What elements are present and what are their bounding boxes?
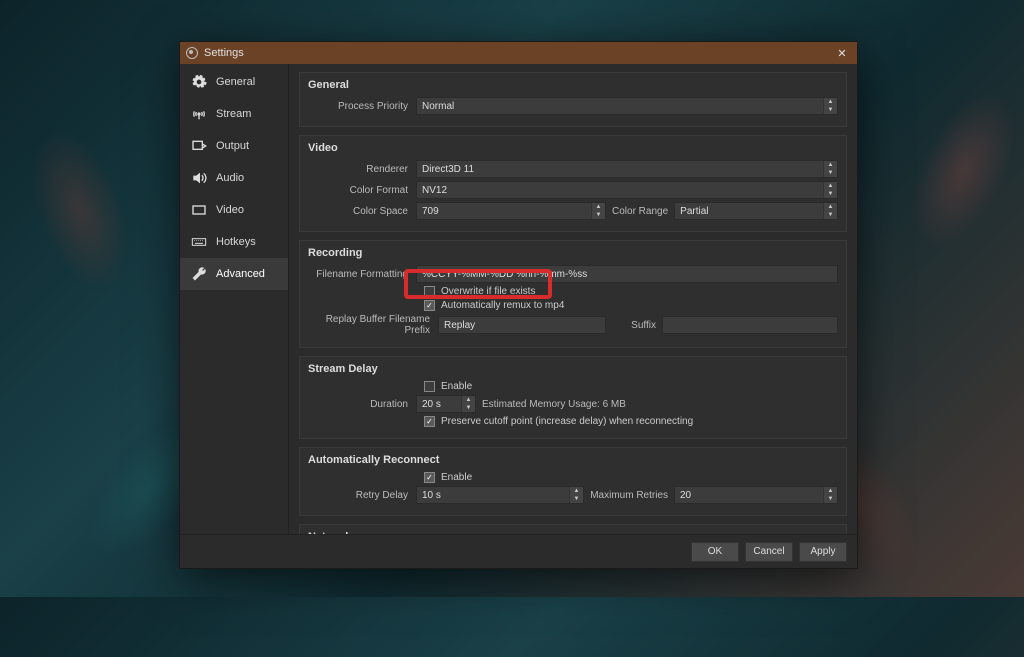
- chevron-updown-icon: ▲▼: [823, 487, 837, 503]
- cancel-button[interactable]: Cancel: [745, 542, 793, 562]
- group-network: Network Bind to IP Default▲▼: [299, 524, 847, 534]
- keyboard-icon: [190, 233, 208, 251]
- stream-delay-enable-row[interactable]: Enable: [424, 381, 838, 392]
- chevron-updown-icon: ▲▼: [569, 487, 583, 503]
- sidebar-item-audio[interactable]: Audio: [180, 162, 288, 194]
- sidebar-item-advanced[interactable]: Advanced: [180, 258, 288, 290]
- chevron-updown-icon: ▲▼: [823, 161, 837, 177]
- checkbox-icon: [424, 381, 435, 392]
- max-retries-label: Maximum Retries: [584, 490, 674, 501]
- output-icon: [190, 137, 208, 155]
- checkbox-icon: [424, 472, 435, 483]
- enable-label: Enable: [441, 472, 472, 483]
- group-title: Video: [308, 142, 838, 154]
- sidebar-item-label: Video: [216, 204, 244, 216]
- retry-delay-label: Retry Delay: [308, 490, 416, 501]
- filename-formatting-input[interactable]: %CCYY-%MM-%DD %hh-%mm-%ss: [416, 265, 838, 283]
- group-title: Automatically Reconnect: [308, 454, 838, 466]
- overwrite-checkbox-row[interactable]: Overwrite if file exists: [424, 286, 838, 297]
- process-priority-label: Process Priority: [308, 101, 416, 112]
- sidebar-item-general[interactable]: General: [180, 66, 288, 98]
- close-icon[interactable]: ✕: [833, 47, 851, 60]
- renderer-label: Renderer: [308, 164, 416, 175]
- color-format-label: Color Format: [308, 185, 416, 196]
- sidebar-item-video[interactable]: Video: [180, 194, 288, 226]
- color-format-select[interactable]: NV12▲▼: [416, 181, 838, 199]
- filename-formatting-label: Filename Formatting: [308, 269, 416, 280]
- checkbox-icon: [424, 416, 435, 427]
- chevron-updown-icon: ▲▼: [823, 98, 837, 114]
- content-panel: General Process Priority Normal▲▼ Video …: [289, 64, 857, 534]
- memory-usage-label: Estimated Memory Usage: 6 MB: [476, 399, 632, 410]
- overwrite-label: Overwrite if file exists: [441, 286, 535, 297]
- enable-label: Enable: [441, 381, 472, 392]
- sidebar-item-label: Hotkeys: [216, 236, 256, 248]
- sidebar-item-label: Advanced: [216, 268, 265, 280]
- window-title: Settings: [204, 47, 244, 59]
- group-general: General Process Priority Normal▲▼: [299, 72, 847, 127]
- group-stream-delay: Stream Delay Enable Duration 20 s▲▼ Esti…: [299, 356, 847, 439]
- duration-label: Duration: [308, 399, 416, 410]
- sidebar-item-label: Audio: [216, 172, 244, 184]
- replay-prefix-label: Replay Buffer Filename Prefix: [308, 314, 438, 336]
- sidebar-item-label: General: [216, 76, 255, 88]
- checkbox-icon: [424, 300, 435, 311]
- auto-reconnect-enable-row[interactable]: Enable: [424, 472, 838, 483]
- remux-label: Automatically remux to mp4: [441, 300, 564, 311]
- preserve-cutoff-row[interactable]: Preserve cutoff point (increase delay) w…: [424, 416, 838, 427]
- chevron-updown-icon: ▲▼: [823, 182, 837, 198]
- sidebar-item-stream[interactable]: Stream: [180, 98, 288, 130]
- tools-icon: [190, 265, 208, 283]
- color-range-label: Color Range: [606, 206, 674, 217]
- ok-button[interactable]: OK: [691, 542, 739, 562]
- group-title: General: [308, 79, 838, 91]
- color-space-select[interactable]: 709▲▼: [416, 202, 606, 220]
- chevron-updown-icon: ▲▼: [823, 203, 837, 219]
- group-auto-reconnect: Automatically Reconnect Enable Retry Del…: [299, 447, 847, 516]
- color-range-select[interactable]: Partial▲▼: [674, 202, 838, 220]
- replay-prefix-input[interactable]: Replay: [438, 316, 606, 334]
- signal-icon: [190, 105, 208, 123]
- settings-window: Settings ✕ General Stream Output Audio: [179, 41, 858, 569]
- sidebar-item-output[interactable]: Output: [180, 130, 288, 162]
- group-recording: Recording Filename Formatting %CCYY-%MM-…: [299, 240, 847, 348]
- remux-checkbox-row[interactable]: Automatically remux to mp4: [424, 300, 838, 311]
- sidebar-item-label: Output: [216, 140, 249, 152]
- process-priority-select[interactable]: Normal▲▼: [416, 97, 838, 115]
- retry-delay-stepper[interactable]: 10 s▲▼: [416, 486, 584, 504]
- chevron-updown-icon: ▲▼: [591, 203, 605, 219]
- video-icon: [190, 201, 208, 219]
- color-space-label: Color Space: [308, 206, 416, 217]
- group-title: Recording: [308, 247, 838, 259]
- gear-icon: [190, 73, 208, 91]
- duration-stepper[interactable]: 20 s▲▼: [416, 395, 476, 413]
- sidebar-item-label: Stream: [216, 108, 251, 120]
- sidebar: General Stream Output Audio Video Hotkey…: [180, 64, 289, 534]
- button-bar: OK Cancel Apply: [180, 534, 857, 568]
- apply-button[interactable]: Apply: [799, 542, 847, 562]
- group-title: Stream Delay: [308, 363, 838, 375]
- titlebar[interactable]: Settings ✕: [180, 42, 857, 64]
- renderer-select[interactable]: Direct3D 11▲▼: [416, 160, 838, 178]
- suffix-input[interactable]: [662, 316, 838, 334]
- app-icon: [186, 47, 198, 59]
- suffix-label: Suffix: [606, 320, 662, 331]
- preserve-label: Preserve cutoff point (increase delay) w…: [441, 416, 693, 427]
- audio-icon: [190, 169, 208, 187]
- group-video: Video Renderer Direct3D 11▲▼ Color Forma…: [299, 135, 847, 232]
- checkbox-icon: [424, 286, 435, 297]
- max-retries-stepper[interactable]: 20▲▼: [674, 486, 838, 504]
- chevron-updown-icon: ▲▼: [461, 396, 475, 412]
- sidebar-item-hotkeys[interactable]: Hotkeys: [180, 226, 288, 258]
